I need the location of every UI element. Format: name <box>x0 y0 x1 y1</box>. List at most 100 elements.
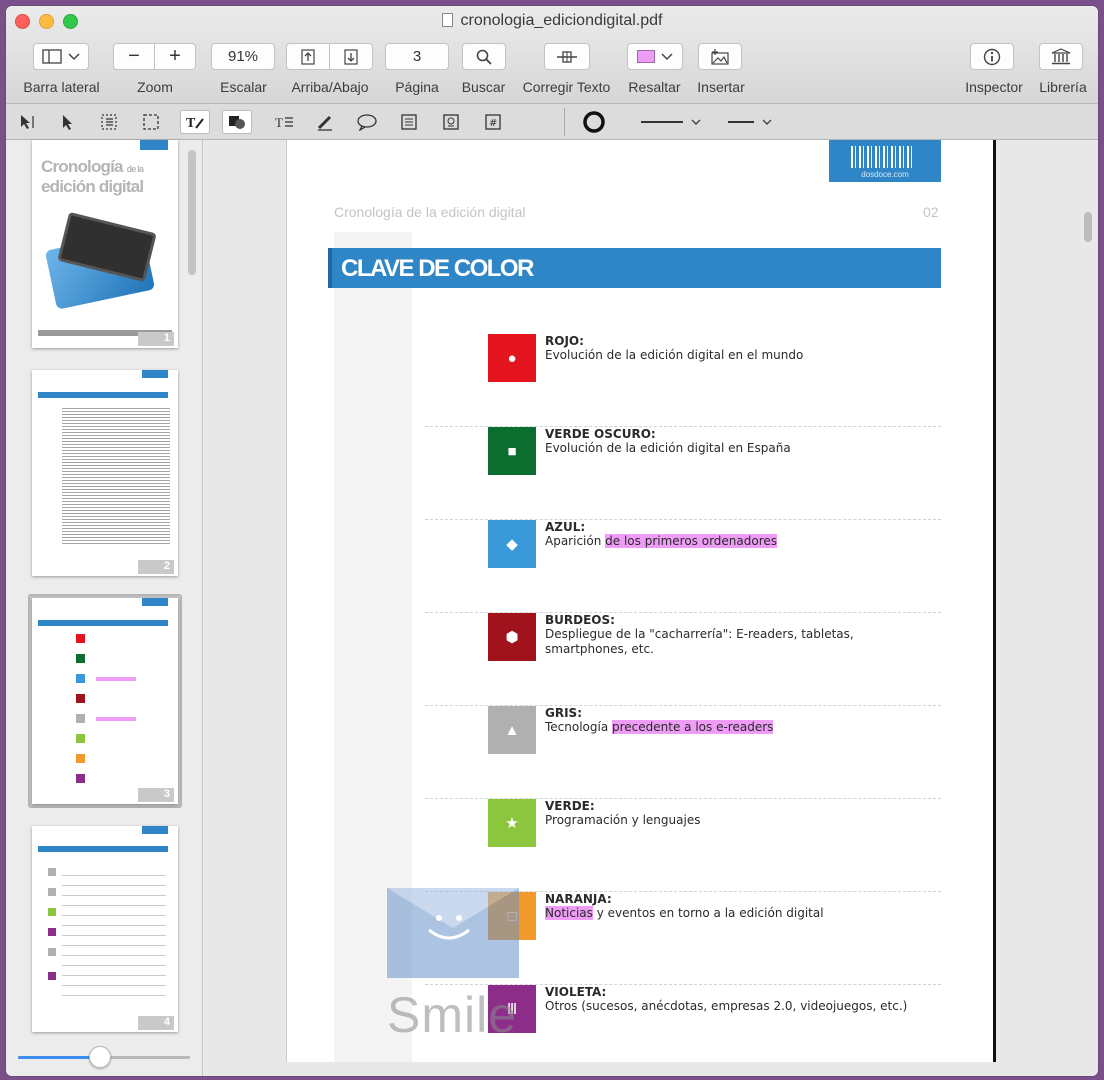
toolbar-divider <box>564 108 565 136</box>
color-name: GRIS: <box>545 706 582 720</box>
thumb-swatch <box>48 928 56 936</box>
color-description: Evolución de la edición digital en Españ… <box>545 441 791 455</box>
color-name: ROJO: <box>545 334 584 348</box>
scale-field[interactable]: 91% <box>211 43 275 70</box>
line-end-select[interactable] <box>724 110 776 134</box>
correct-text-group: Corregir Texto <box>514 43 619 95</box>
text-correction-icon <box>557 50 577 63</box>
stamp-icon <box>443 114 459 130</box>
thumb-swatch <box>48 948 56 956</box>
pen-tool[interactable] <box>310 110 340 134</box>
smile-wordmark: Smile <box>387 987 518 1043</box>
document-scrollbar[interactable] <box>1084 212 1092 242</box>
color-description: Despliegue de la "cacharrería": E-reader… <box>545 627 854 656</box>
thumb-swatch <box>76 774 85 783</box>
thumb-page-number: 4 <box>138 1016 174 1030</box>
correct-text-button[interactable] <box>544 43 590 70</box>
thumb-swatch <box>76 734 85 743</box>
text-highlight[interactable]: Noticias <box>545 906 593 920</box>
speech-bubble-tool[interactable] <box>352 110 382 134</box>
sketch-text-tool[interactable]: T <box>180 110 210 134</box>
thumb-tag <box>142 826 168 834</box>
library-label: Librería <box>1039 79 1087 95</box>
thumb-banner <box>38 846 168 852</box>
highlight-button[interactable] <box>627 43 683 70</box>
page-thumbnail[interactable]: 4 <box>32 826 178 1032</box>
sidebar-toggle-button[interactable] <box>33 43 89 70</box>
inspector-label: Inspector <box>965 79 1023 95</box>
text-box-select-tool[interactable] <box>94 110 124 134</box>
insert-group: Insertar <box>691 43 751 95</box>
color-swatch: ⬢ <box>488 613 536 661</box>
thumb-swatch <box>76 654 85 663</box>
page-thumbnail[interactable]: Cronología de la edición digital 1 <box>32 140 178 348</box>
chevron-down-icon <box>762 119 772 125</box>
color-description: Noticias y eventos en torno a la edición… <box>545 906 824 920</box>
sidebar-toggle-group: Barra lateral <box>14 43 109 95</box>
search-icon <box>476 49 492 65</box>
thumb-banner <box>38 620 168 626</box>
thumb-banner <box>38 392 168 398</box>
marquee-icon <box>143 114 159 130</box>
text-highlight[interactable]: precedente a los e-readers <box>612 720 774 734</box>
zoom-out-button[interactable]: − <box>113 43 155 70</box>
legend-item: ▲ GRIS: Tecnología precedente a los e-re… <box>425 706 941 799</box>
page-up-button[interactable] <box>286 43 330 70</box>
stamp-tool[interactable] <box>436 110 466 134</box>
zoom-in-button[interactable]: + <box>154 43 196 70</box>
arrow-up-icon <box>301 48 315 65</box>
thumb-swatch <box>76 634 85 643</box>
sidebar-label: Barra lateral <box>23 79 100 95</box>
text-highlight[interactable]: de los primeros ordenadores <box>605 534 778 548</box>
inspector-button[interactable] <box>970 43 1014 70</box>
svg-text:T: T <box>186 116 196 131</box>
inspector-group: Inspector <box>954 43 1034 95</box>
text-pen-icon: T <box>186 116 204 131</box>
page-down-button[interactable] <box>329 43 373 70</box>
stroke-circle-icon <box>583 111 605 133</box>
insert-button[interactable] <box>698 43 742 70</box>
line-width-select[interactable] <box>638 110 704 134</box>
thumb-tag <box>140 140 168 150</box>
line-style-icon <box>641 121 683 123</box>
color-name: VERDE OSCURO: <box>545 427 656 441</box>
highlight-label: Resaltar <box>628 79 681 95</box>
slider-knob[interactable] <box>89 1046 111 1068</box>
search-button[interactable] <box>462 43 506 70</box>
text-box-select-icon <box>101 114 117 130</box>
page-label: Página <box>395 79 439 95</box>
page-thumbnail[interactable]: 2 <box>32 370 178 576</box>
page-number-field[interactable]: 3 <box>385 43 449 70</box>
color-name: BURDEOS: <box>545 613 615 627</box>
page-thumbnail-selected[interactable]: 3 <box>32 598 178 804</box>
library-button[interactable] <box>1039 43 1083 70</box>
annotation-toolbar: T T # <box>6 104 1098 140</box>
zoom-label: Zoom <box>137 79 173 95</box>
sidebar-icon <box>42 49 62 64</box>
shape-tool[interactable] <box>222 110 252 134</box>
select-tool[interactable] <box>53 110 83 134</box>
pencil-icon <box>317 115 332 131</box>
color-name: AZUL: <box>545 520 586 534</box>
sidebar-scrollbar[interactable] <box>188 150 196 275</box>
pdf-page: dosdoce.com Cronología de la edición dig… <box>286 140 996 1062</box>
legend-item: ◆ AZUL: Aparición de los primeros ordena… <box>425 520 941 613</box>
color-swatch: ■ <box>488 427 536 475</box>
text-annotation-tool[interactable]: T <box>269 110 299 134</box>
svg-text:T: T <box>275 115 283 130</box>
thumb-swatch <box>76 754 85 763</box>
highlight-group: Resaltar <box>622 43 687 95</box>
color-name: VIOLETA: <box>545 985 607 999</box>
note-tool[interactable] <box>394 110 424 134</box>
legend-item: ⬢ BURDEOS: Despliegue de la "cacharrería… <box>425 613 941 706</box>
page-number-tool[interactable]: # <box>478 110 508 134</box>
rect-select-tool[interactable] <box>136 110 166 134</box>
thumb-tag <box>142 598 168 606</box>
chevron-down-icon <box>691 119 701 125</box>
speech-bubble-icon <box>357 114 377 131</box>
stroke-color-button[interactable] <box>579 110 609 134</box>
scale-group: 91% Escalar <box>206 43 281 95</box>
arrow-down-icon <box>344 48 358 65</box>
section-banner: CLAVE DE COLOR <box>328 248 941 288</box>
text-select-tool[interactable] <box>13 110 43 134</box>
